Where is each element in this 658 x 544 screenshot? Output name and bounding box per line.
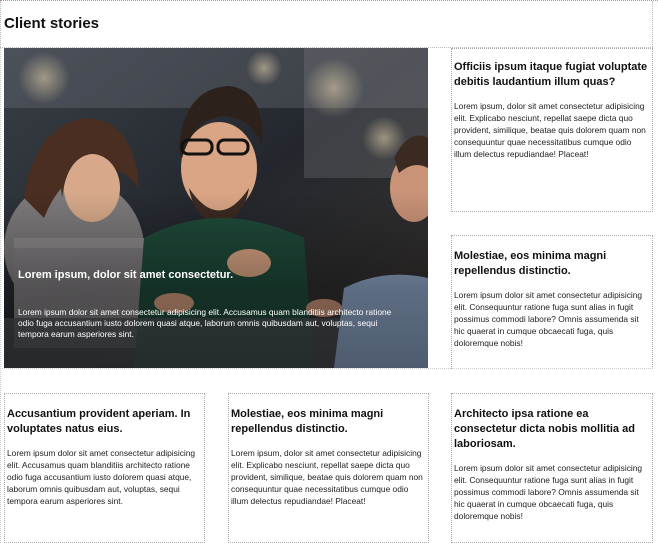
- featured-story-text: Lorem ipsum dolor sit amet consectetur a…: [18, 307, 392, 339]
- story-heading[interactable]: Molestiae, eos minima magni repellendus …: [454, 249, 650, 279]
- story-card[interactable]: Architecto ipsa ratione ea consectetur d…: [451, 393, 653, 543]
- story-text: Lorem ipsum dolor sit amet consectetur a…: [7, 448, 196, 506]
- story-text: Lorem ipsum dolor sit amet consectetur a…: [454, 290, 643, 348]
- story-text: Lorem ipsum, dolor sit amet consectetur …: [231, 448, 423, 506]
- story-heading[interactable]: Molestiae, eos minima magni repellendus …: [231, 407, 426, 437]
- story-text: Lorem ipsum dolor sit amet consectetur a…: [454, 463, 643, 521]
- story-card[interactable]: Accusantium provident aperiam. In volupt…: [4, 393, 205, 543]
- featured-story-heading[interactable]: Lorem ipsum, dolor sit amet consectetur.: [18, 269, 408, 281]
- client-stories-page: Client stories Lorem ipsum, dolor sit am…: [0, 0, 658, 544]
- story-heading[interactable]: Accusantium provident aperiam. In volupt…: [7, 407, 202, 437]
- story-heading[interactable]: Architecto ipsa ratione ea consectetur d…: [454, 407, 650, 452]
- divider: [652, 1, 653, 47]
- divider: [0, 48, 1, 544]
- story-text: Lorem ipsum, dolor sit amet consectetur …: [454, 101, 646, 159]
- story-card[interactable]: Officiis ipsum itaque fugiat voluptate d…: [451, 48, 653, 212]
- featured-story-card[interactable]: Lorem ipsum, dolor sit amet consectetur.…: [4, 48, 428, 368]
- story-card[interactable]: Molestiae, eos minima magni repellendus …: [451, 235, 653, 369]
- story-card[interactable]: Molestiae, eos minima magni repellendus …: [228, 393, 429, 543]
- story-heading[interactable]: Officiis ipsum itaque fugiat voluptate d…: [454, 60, 650, 90]
- divider: [0, 1, 1, 47]
- section-title: Client stories: [4, 15, 100, 32]
- divider: [0, 368, 653, 369]
